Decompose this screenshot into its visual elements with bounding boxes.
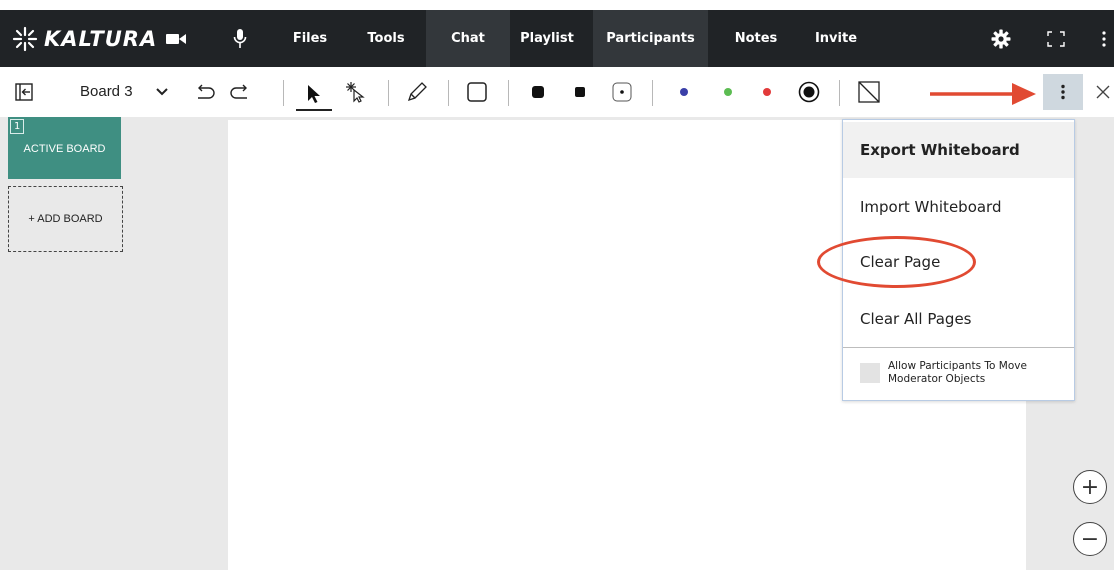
top-navigation-bar: KALTURA Files Tools Chat Playlist Partic… <box>0 10 1114 67</box>
stroke-medium-icon[interactable] <box>569 78 591 106</box>
toolbar-divider <box>508 80 509 106</box>
undo-icon[interactable] <box>192 78 218 106</box>
pencil-icon[interactable] <box>403 78 431 106</box>
fill-none-icon[interactable] <box>855 78 883 106</box>
close-icon[interactable] <box>1093 78 1113 106</box>
microphone-icon[interactable] <box>225 24 255 54</box>
board-name-label[interactable]: Board 3 <box>80 80 133 104</box>
toolbar-divider <box>283 80 284 106</box>
more-options-button[interactable] <box>1043 74 1083 110</box>
kaltura-logo-icon <box>12 26 38 52</box>
more-vertical-icon[interactable] <box>1089 24 1114 54</box>
fullscreen-icon[interactable] <box>1041 24 1071 54</box>
toolbar-divider <box>388 80 389 106</box>
tab-participants[interactable]: Participants <box>593 10 708 67</box>
color-green-icon[interactable] <box>718 78 738 106</box>
tab-notes[interactable]: Notes <box>726 10 786 67</box>
laser-pointer-icon[interactable] <box>343 78 369 106</box>
select-pointer-icon[interactable] <box>296 78 332 111</box>
video-camera-icon[interactable] <box>161 24 191 54</box>
kaltura-logo: KALTURA <box>12 24 157 54</box>
toolbar-divider <box>652 80 653 106</box>
color-picker-icon[interactable] <box>796 78 822 106</box>
tab-files[interactable]: Files <box>284 10 336 67</box>
add-board-button[interactable]: + ADD BOARD <box>8 186 123 252</box>
annotation-highlight-ellipse <box>817 236 976 288</box>
active-board-label: ACTIVE BOARD <box>23 143 106 155</box>
tab-chat[interactable]: Chat <box>426 10 510 67</box>
shape-square-icon[interactable] <box>463 78 491 106</box>
tab-playlist[interactable]: Playlist <box>512 10 582 67</box>
stroke-large-icon[interactable] <box>527 78 549 106</box>
collapse-panel-icon[interactable] <box>12 78 36 106</box>
logo-text: KALTURA <box>44 27 158 51</box>
stroke-small-icon[interactable] <box>610 78 634 106</box>
menu-divider <box>843 347 1074 348</box>
more-options-icon <box>1061 84 1065 100</box>
allow-move-checkbox[interactable] <box>860 363 880 383</box>
tab-tools[interactable]: Tools <box>358 10 414 67</box>
menu-item-import-whiteboard[interactable]: Import Whiteboard <box>843 179 1074 235</box>
board-list-panel: 1 ACTIVE BOARD + ADD BOARD <box>0 117 128 570</box>
allow-move-checkbox-label[interactable]: Allow Participants To Move Moderator Obj… <box>888 360 1068 386</box>
toolbar-divider <box>448 80 449 106</box>
annotation-arrow-icon <box>930 83 1036 105</box>
menu-item-clear-all-pages[interactable]: Clear All Pages <box>843 291 1074 347</box>
active-board-card[interactable]: 1 ACTIVE BOARD <box>8 117 121 179</box>
settings-gear-icon[interactable] <box>986 24 1016 54</box>
zoom-in-button[interactable]: + <box>1073 470 1107 504</box>
tab-invite[interactable]: Invite <box>806 10 866 67</box>
board-number: 1 <box>10 119 24 134</box>
menu-item-export-whiteboard[interactable]: Export Whiteboard <box>843 122 1074 178</box>
dropdown-chevron-icon[interactable] <box>152 78 172 106</box>
color-blue-icon[interactable] <box>674 78 694 106</box>
zoom-out-button[interactable]: − <box>1073 522 1107 556</box>
redo-icon[interactable] <box>227 78 253 106</box>
color-red-icon[interactable] <box>757 78 777 106</box>
toolbar-divider <box>839 80 840 106</box>
